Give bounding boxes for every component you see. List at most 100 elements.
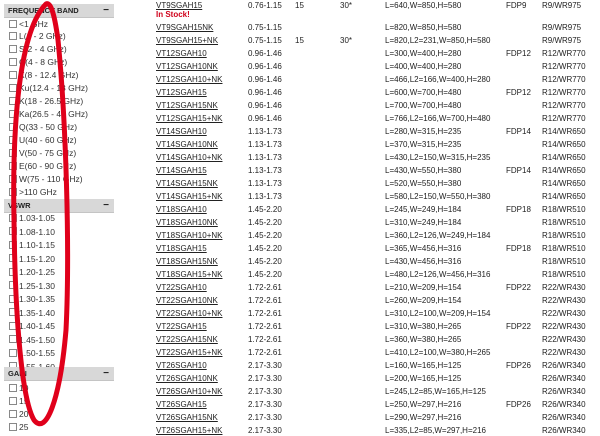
product-link[interactable]: VT18SGAH10 xyxy=(156,204,207,215)
vswr-option[interactable]: 1.10-1.15 xyxy=(9,240,55,251)
cell-freq: 1.72-2.61 xyxy=(248,283,282,292)
product-link[interactable]: VT12SGAH10NK xyxy=(156,61,218,72)
checkbox[interactable] xyxy=(9,109,17,118)
checkbox[interactable] xyxy=(9,267,17,276)
gain-option[interactable]: 25 xyxy=(9,422,28,433)
facet-header-gain[interactable]: GAIN − xyxy=(4,367,114,381)
checkbox[interactable] xyxy=(9,227,17,236)
vswr-option[interactable]: 1.25-1.30 xyxy=(9,281,55,292)
checkbox[interactable] xyxy=(9,281,17,290)
product-link[interactable]: VT26SGAH10NK xyxy=(156,373,218,384)
cell-dim: L=300,W=400,H=280 xyxy=(385,49,462,58)
checkbox[interactable] xyxy=(9,148,17,157)
freq-option[interactable]: Ka(26.5 - 40 GHz) xyxy=(9,109,88,120)
product-link[interactable]: VT18SGAH15NK xyxy=(156,256,218,267)
checkbox[interactable] xyxy=(9,83,17,92)
checkbox[interactable] xyxy=(9,161,17,170)
checkbox[interactable] xyxy=(9,135,17,144)
checkbox[interactable] xyxy=(9,308,17,317)
freq-option[interactable]: V(50 - 75 GHz) xyxy=(9,148,76,159)
product-link[interactable]: VT14SGAH10 xyxy=(156,126,207,137)
freq-option[interactable]: L(1 - 2 GHz) xyxy=(9,31,66,42)
product-link[interactable]: VT22SGAH15+NK xyxy=(156,347,222,358)
collapse-icon[interactable]: − xyxy=(103,199,109,213)
freq-option[interactable]: X(8 - 12.4 GHz) xyxy=(9,70,79,81)
checkbox[interactable] xyxy=(9,335,17,344)
checkbox[interactable] xyxy=(9,348,17,357)
gain-option[interactable]: 15 xyxy=(9,396,28,407)
checkbox[interactable] xyxy=(9,396,17,405)
checkbox[interactable] xyxy=(9,174,17,183)
freq-option[interactable]: C(4 - 8 GHz) xyxy=(9,57,67,68)
product-link[interactable]: VT12SGAH15NK xyxy=(156,100,218,111)
facet-header-frequency-band[interactable]: FREQUENCY BAND − xyxy=(4,4,114,18)
checkbox[interactable] xyxy=(9,31,17,40)
product-link[interactable]: VT22SGAH10+NK xyxy=(156,308,222,319)
product-link[interactable]: VT26SGAH15NK xyxy=(156,412,218,423)
vswr-option[interactable]: 1.50-1.55 xyxy=(9,348,55,359)
product-link[interactable]: VT22SGAH10 xyxy=(156,282,207,293)
freq-option[interactable]: >110 GHz xyxy=(9,187,57,198)
freq-option[interactable]: K(18 - 26.5 GHz) xyxy=(9,96,83,107)
checkbox[interactable] xyxy=(9,294,17,303)
product-link[interactable]: VT22SGAH15NK xyxy=(156,334,218,345)
product-link[interactable]: VT14SGAH10NK xyxy=(156,139,218,150)
checkbox[interactable] xyxy=(9,240,17,249)
product-link[interactable]: VT22SGAH10NK xyxy=(156,295,218,306)
vswr-option[interactable]: 1.30-1.35 xyxy=(9,294,55,305)
vswr-option[interactable]: 1.40-1.45 xyxy=(9,321,55,332)
product-link[interactable]: VT26SGAH15+NK xyxy=(156,425,222,436)
cell-dim: L=370,W=315,H=235 xyxy=(385,140,462,149)
product-link[interactable]: VT9SGAH15NK xyxy=(156,22,213,33)
checkbox[interactable] xyxy=(9,422,17,431)
product-link[interactable]: VT12SGAH10 xyxy=(156,48,207,59)
product-link[interactable]: VT18SGAH10NK xyxy=(156,217,218,228)
freq-option[interactable]: E(60 - 90 GHz) xyxy=(9,161,76,172)
checkbox[interactable] xyxy=(9,213,17,222)
vswr-option[interactable]: 1.15-1.20 xyxy=(9,254,55,265)
product-link[interactable]: VT18SGAH10+NK xyxy=(156,230,222,241)
freq-option[interactable]: U(40 - 60 GHz) xyxy=(9,135,77,146)
product-link[interactable]: VT9SGAH15+NK xyxy=(156,35,218,46)
product-link[interactable]: VT22SGAH15 xyxy=(156,321,207,332)
product-link[interactable]: VT14SGAH15 xyxy=(156,165,207,176)
product-link[interactable]: VT18SGAH15+NK xyxy=(156,269,222,280)
product-link[interactable]: VT12SGAH15+NK xyxy=(156,113,222,124)
freq-option[interactable]: Q(33 - 50 GHz) xyxy=(9,122,77,133)
checkbox[interactable] xyxy=(9,383,17,392)
product-link[interactable]: VT14SGAH15NK xyxy=(156,178,218,189)
checkbox[interactable] xyxy=(9,96,17,105)
gain-option[interactable]: 10 xyxy=(9,383,28,394)
product-link[interactable]: VT12SGAH10+NK xyxy=(156,74,222,85)
vswr-option[interactable]: 1.08-1.10 xyxy=(9,227,55,238)
product-link[interactable]: VT26SGAH10 xyxy=(156,360,207,371)
checkbox[interactable] xyxy=(9,44,17,53)
gain-option[interactable]: 20 xyxy=(9,409,28,420)
checkbox[interactable] xyxy=(9,321,17,330)
collapse-icon[interactable]: − xyxy=(103,4,109,18)
freq-option[interactable]: <1 GHz xyxy=(9,19,48,30)
checkbox[interactable] xyxy=(9,70,17,79)
checkbox[interactable] xyxy=(9,409,17,418)
product-link[interactable]: VT12SGAH15 xyxy=(156,87,207,98)
freq-option[interactable]: S(2 - 4 GHz) xyxy=(9,44,67,55)
vswr-option[interactable]: 1.35-1.40 xyxy=(9,308,55,319)
product-link[interactable]: VT14SGAH15+NK xyxy=(156,191,222,202)
vswr-option[interactable]: 1.03-1.05 xyxy=(9,213,55,224)
checkbox[interactable] xyxy=(9,187,17,196)
freq-option[interactable]: W(75 - 110 GHz) xyxy=(9,174,83,185)
checkbox[interactable] xyxy=(9,254,17,263)
checkbox[interactable] xyxy=(9,122,17,131)
checkbox[interactable] xyxy=(9,19,17,28)
cell-freq: 0.75-1.15 xyxy=(248,36,282,45)
collapse-icon[interactable]: − xyxy=(103,367,109,381)
facet-header-vswr[interactable]: VSWR − xyxy=(4,199,114,213)
vswr-option[interactable]: 1.45-1.50 xyxy=(9,335,55,346)
product-link[interactable]: VT18SGAH15 xyxy=(156,243,207,254)
vswr-option[interactable]: 1.20-1.25 xyxy=(9,267,55,278)
freq-option[interactable]: Ku(12.4 - 18 GHz) xyxy=(9,83,88,94)
checkbox[interactable] xyxy=(9,57,17,66)
product-link[interactable]: VT26SGAH15 xyxy=(156,399,207,410)
product-link[interactable]: VT26SGAH10+NK xyxy=(156,386,222,397)
product-link[interactable]: VT14SGAH10+NK xyxy=(156,152,222,163)
